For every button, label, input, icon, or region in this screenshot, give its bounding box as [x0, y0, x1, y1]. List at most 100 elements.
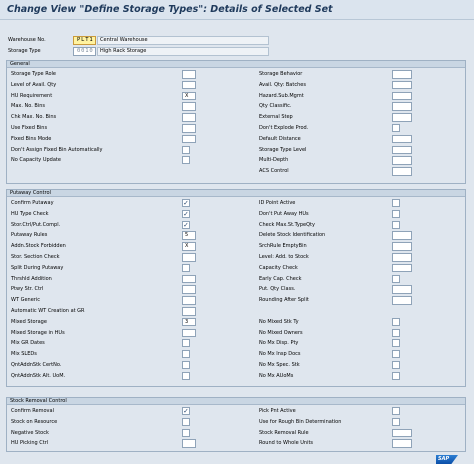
no-mx-spec-stk-checkbox[interactable] [392, 361, 400, 369]
field-negative-stock: Negative Stock [7, 428, 237, 439]
field-label: QntAddnStk CertNo. [11, 362, 62, 368]
acs-control-input[interactable] [392, 167, 412, 176]
external-step-input[interactable] [392, 113, 412, 122]
use-for-rough-bin-determination-checkbox[interactable] [392, 417, 400, 426]
stock-removal-rule-input[interactable] [392, 428, 412, 438]
field-hu-type-check: HU Type Check ✓ [7, 209, 237, 220]
no-mixed-stk-ty-checkbox[interactable] [392, 317, 400, 326]
storage-behavior-input[interactable] [392, 70, 412, 79]
use-fixed-bins-input[interactable] [182, 124, 196, 133]
split-during-putaway-checkbox[interactable] [182, 263, 190, 272]
rounding-after-split-input[interactable] [392, 296, 412, 305]
no-mx-disp-pty-checkbox[interactable] [392, 339, 400, 348]
mixed-storage-in-hus-input[interactable] [182, 328, 196, 338]
field-label: Default Distance [259, 135, 301, 142]
field-label: HU Picking Ctrl [11, 440, 49, 447]
capacity-check-input[interactable] [392, 263, 412, 273]
multi-depth-input[interactable] [392, 156, 412, 165]
thrshld-addition-input[interactable] [182, 274, 196, 284]
level-add-to-stock-input[interactable] [392, 253, 412, 262]
warehouse-field[interactable]: PLT1 [73, 36, 96, 45]
putaway-rules-input[interactable]: 5 [182, 231, 196, 240]
field-don-t-put-away-hus: Don't Put Away HUs [255, 209, 474, 220]
don-t-put-away-hus-checkbox[interactable] [392, 209, 400, 218]
qty-classific-input[interactable] [392, 102, 412, 111]
wt-generic-input[interactable] [182, 296, 196, 305]
hu-picking-ctrl-input[interactable] [182, 439, 196, 448]
field-label: Avail. Qty: Batches [259, 81, 306, 88]
no-mixed-owners-checkbox[interactable] [392, 328, 400, 337]
default-distance-input[interactable] [392, 134, 412, 144]
field-no-mx-auoms: No Mx AUoMs [255, 371, 474, 382]
field-label: Stor. Section Check [11, 254, 60, 260]
stor-ctrl-put-compl-checkbox[interactable]: ✓ [182, 220, 190, 229]
no-capacity-update-checkbox[interactable] [182, 156, 190, 165]
removal-group-title: Stock Removal Control [7, 398, 465, 405]
negative-stock-checkbox[interactable] [182, 428, 190, 437]
max-no-bins-input[interactable] [182, 102, 196, 111]
fixed-bins-mode-input[interactable] [182, 134, 196, 144]
hu-type-check-checkbox[interactable]: ✓ [182, 209, 190, 218]
qntaddnstk-alt-uom-checkbox[interactable] [182, 371, 190, 380]
field-label: HU Type Check [11, 210, 49, 217]
pick-pnt-active-checkbox[interactable] [392, 407, 400, 415]
field-default-distance: Default Distance [255, 134, 474, 145]
title-bar: Change View "Define Storage Types": Deta… [0, 0, 474, 20]
don-t-assign-fixed-bin-automatically-checkbox[interactable] [182, 145, 190, 154]
avail-qty-batches-input[interactable] [392, 80, 412, 90]
early-cap-check-checkbox[interactable] [392, 274, 400, 283]
delete-stock-identification-input[interactable] [392, 231, 412, 240]
mixed-storage-input[interactable]: 3 [182, 317, 196, 327]
srchrule-emptybin-input[interactable] [392, 242, 412, 251]
hu-requirement-input[interactable]: X [182, 91, 196, 101]
field-label: Thrshld Addition [11, 275, 52, 282]
automatic-wt-creation-at-gr-input[interactable] [182, 307, 196, 316]
ptwy-str-ctrl-input[interactable] [182, 285, 196, 294]
field-storage-type-level: Storage Type Level [255, 145, 474, 156]
no-mx-auoms-checkbox[interactable] [392, 371, 400, 380]
field-label: Addn.Stock Forbidden [11, 243, 66, 250]
field-label: Check Max.St.TypeQty [259, 221, 315, 228]
don-t-explode-prod-checkbox[interactable] [392, 124, 400, 132]
mix-sleds-checkbox[interactable] [182, 350, 190, 359]
field-early-cap-check: Early Cap. Check [255, 274, 474, 285]
storage-type-role-input[interactable] [182, 70, 196, 79]
stor-section-check-input[interactable] [182, 253, 196, 262]
field-capacity-check: Capacity Check [255, 263, 474, 274]
field-label: Chk Max. No. Bins [11, 114, 57, 121]
qntaddnstk-certno-checkbox[interactable] [182, 361, 190, 369]
mix-gr-dates-checkbox[interactable] [182, 339, 190, 348]
confirm-putaway-checkbox[interactable]: ✓ [182, 199, 190, 207]
field-storage-type-role: Storage Type Role [7, 69, 237, 80]
field-confirm-putaway: Confirm Putaway ✓ [7, 198, 237, 209]
field-label: Pick Pnt Active [259, 408, 296, 414]
check-max-st-typeqty-checkbox[interactable] [392, 220, 400, 229]
field-mix-sleds: Mix SLEDs [7, 349, 237, 360]
field-level-add-to-stock: Level: Add. to Stock [255, 252, 474, 263]
storage-type-level-input[interactable] [392, 145, 412, 155]
warehouse-label: Warehouse No. [8, 37, 46, 43]
field-storage-behavior: Storage Behavior [255, 69, 474, 80]
field-stock-removal-rule: Stock Removal Rule [255, 428, 474, 439]
put-qty-class-input[interactable] [392, 285, 412, 294]
header-fields: Warehouse No. PLT1 Central Warehouse Sto… [6, 36, 466, 60]
field-label: Stock on Resource [11, 418, 58, 425]
confirm-removal-checkbox[interactable]: ✓ [182, 407, 190, 415]
field-label: Don't Explode Prod. [259, 125, 309, 131]
id-point-active-checkbox[interactable] [392, 199, 400, 207]
level-of-avail-qty-input[interactable] [182, 80, 196, 90]
no-mx-insp-docs-checkbox[interactable] [392, 350, 400, 359]
general-group: General Storage Type Role Level of Avail.… [6, 60, 466, 184]
storage-type-field[interactable]: 0010 [73, 47, 96, 56]
putaway-group: Putaway Control Confirm Putaway ✓ HU Type … [6, 189, 466, 387]
field-label: Use for Rough Bin Determination [259, 418, 342, 425]
field-label: Mixed Storage [11, 318, 47, 325]
round-to-whole-units-input[interactable] [392, 439, 412, 448]
hazard-sub-mgmt-input[interactable] [392, 91, 412, 101]
addn-stock-forbidden-input[interactable]: X [182, 242, 196, 251]
stock-on-resource-checkbox[interactable] [182, 417, 190, 426]
field-label: Split During Putaway [11, 264, 64, 271]
chk-max-no-bins-input[interactable] [182, 113, 196, 122]
field-max-no-bins: Max. No. Bins [7, 101, 237, 112]
field-no-mx-insp-docs: No Mx Insp Docs [255, 349, 474, 360]
